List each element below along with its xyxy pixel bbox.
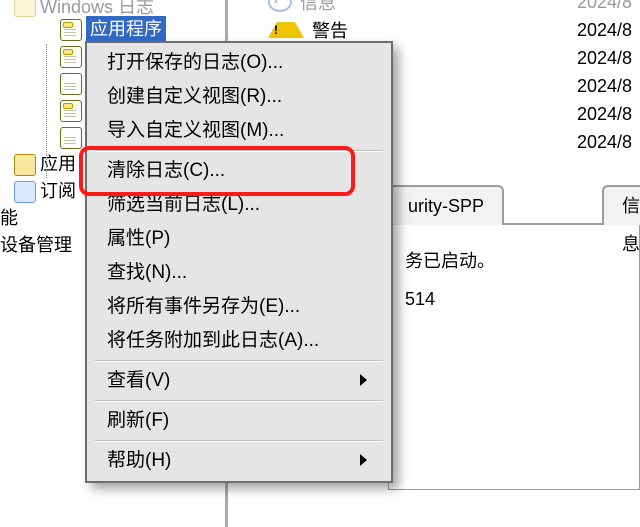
event-level: 信息 [300, 0, 336, 15]
event-level: 警告 [312, 17, 348, 43]
tab-label: urity-SPP [408, 196, 484, 216]
warning-icon [268, 22, 304, 38]
menu-item-label: 将任务附加到此日志(A)... [107, 324, 319, 358]
context-menu-item-e[interactable]: 将所有事件另存为(E)... [89, 290, 389, 324]
folder-icon [14, 154, 36, 176]
event-date: 2024/8 [577, 76, 640, 97]
context-menu-separator [95, 400, 383, 402]
tab-general[interactable]: urity-SPP [388, 185, 504, 225]
menu-item-label: 清除日志(C)... [107, 154, 225, 188]
context-menu-item-m[interactable]: 导入自定义视图(M)... [89, 114, 389, 148]
tree-guide-line [46, 44, 47, 178]
event-detail-panel: urity-SPP 信息 务已启动。 514 [388, 185, 640, 490]
log-icon [60, 73, 82, 95]
context-menu-separator [95, 440, 383, 442]
detail-tabbar: urity-SPP 信息 [388, 185, 640, 225]
info-icon [268, 0, 292, 12]
context-menu-separator [95, 150, 383, 152]
context-menu-item-c[interactable]: 清除日志(C)... [89, 154, 389, 188]
menu-item-label: 查找(N)... [107, 256, 187, 290]
context-menu-item-f[interactable]: 刷新(F) [89, 404, 389, 438]
detail-text: 务已启动。 [405, 247, 623, 273]
log-icon [60, 46, 82, 68]
event-date: 2024/8 [577, 0, 640, 13]
context-menu-separator [95, 360, 383, 362]
folder-icon [14, 0, 36, 17]
detail-body: 务已启动。 514 [388, 225, 640, 490]
menu-item-label: 将所有事件另存为(E)... [107, 290, 300, 324]
event-date: 2024/8 [577, 132, 640, 153]
context-menu-item-a[interactable]: 将任务附加到此日志(A)... [89, 324, 389, 358]
menu-item-label: 筛选当前日志(L)... [107, 188, 260, 222]
event-row[interactable]: 信息 2024/8 [228, 0, 640, 16]
event-date: 2024/8 [577, 20, 640, 41]
tree-item-application[interactable]: 应用程序 [0, 16, 225, 43]
tree-item-label: 能 [0, 205, 18, 232]
log-icon [60, 127, 82, 149]
tree-item-label: 订阅 [40, 178, 76, 205]
context-menu-item-o[interactable]: 打开保存的日志(O)... [89, 46, 389, 80]
tree-item-label: 应用程序 [86, 16, 166, 43]
submenu-arrow-icon [360, 444, 367, 478]
context-menu-item-n[interactable]: 查找(N)... [89, 256, 389, 290]
tab-details[interactable]: 信息 [602, 185, 640, 225]
log-icon [60, 100, 82, 122]
context-menu-item-h[interactable]: 帮助(H) [89, 444, 389, 478]
menu-item-label: 导入自定义视图(M)... [107, 114, 284, 148]
context-menu-item-v[interactable]: 查看(V) [89, 364, 389, 398]
event-row[interactable]: 警告 2024/8 [228, 16, 640, 44]
context-menu-item-r[interactable]: 创建自定义视图(R)... [89, 80, 389, 114]
subscription-icon [14, 181, 36, 203]
menu-item-label: 属性(P) [107, 222, 170, 256]
tree-item-label: 设备管理 [0, 232, 72, 259]
tab-label: 信息 [622, 196, 640, 254]
log-icon [60, 19, 82, 41]
tree-root-row[interactable]: Windows 日志 [0, 0, 225, 16]
event-date: 2024/8 [577, 48, 640, 69]
menu-item-label: 创建自定义视图(R)... [107, 80, 282, 114]
context-menu-item-l[interactable]: 筛选当前日志(L)... [89, 188, 389, 222]
menu-item-label: 打开保存的日志(O)... [107, 46, 283, 80]
detail-text: 514 [405, 289, 623, 310]
context-menu: 打开保存的日志(O)...创建自定义视图(R)...导入自定义视图(M)... 清… [85, 41, 393, 483]
submenu-arrow-icon [360, 364, 367, 398]
context-menu-item-p[interactable]: 属性(P) [89, 222, 389, 256]
menu-item-label: 查看(V) [107, 364, 170, 398]
menu-item-label: 帮助(H) [107, 444, 171, 478]
menu-item-label: 刷新(F) [107, 404, 169, 438]
event-date: 2024/8 [577, 104, 640, 125]
